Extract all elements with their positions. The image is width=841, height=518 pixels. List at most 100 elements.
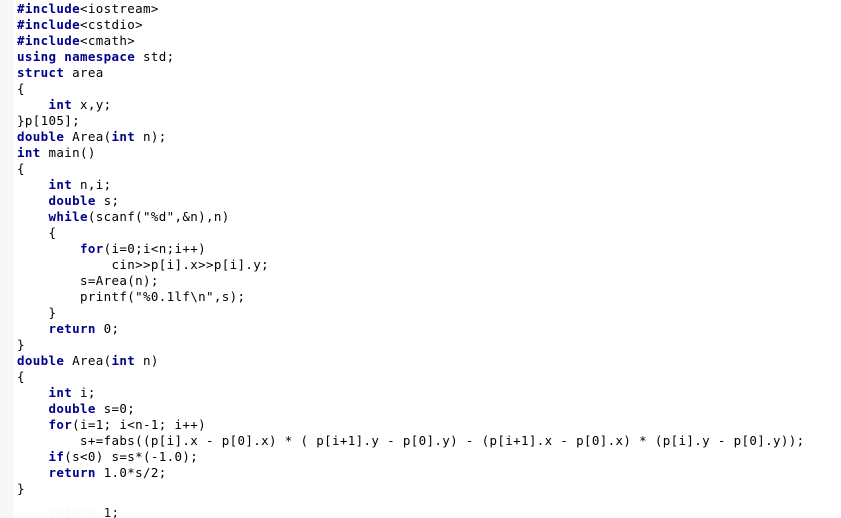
code-line[interactable]: } (0, 305, 841, 321)
code-line[interactable]: { (0, 81, 841, 97)
keyword-token: double (48, 193, 96, 208)
code-line[interactable]: s=Area(n); (0, 273, 841, 289)
code-line[interactable]: double Area(int n) (0, 353, 841, 369)
keyword-token: double (48, 401, 96, 416)
code-line[interactable]: }p[105]; (0, 113, 841, 129)
code-line[interactable]: double s=0; (0, 401, 841, 417)
code-token: area (64, 65, 104, 80)
code-line[interactable]: #include<iostream> (0, 1, 841, 17)
code-line[interactable]: #include<cmath> (0, 33, 841, 49)
code-token: (i=1; i<n-1; i++) (72, 417, 207, 432)
code-token: std; (135, 49, 175, 64)
code-token: } (17, 481, 25, 496)
code-token: s=Area(n); (17, 273, 159, 288)
code-token: <iostream> (80, 1, 159, 16)
code-token: s; (95, 193, 120, 208)
code-token: <cmath> (80, 33, 136, 48)
keyword-token: #include (17, 33, 81, 48)
code-line[interactable]: struct area (0, 65, 841, 81)
code-token: n,i; (72, 177, 112, 192)
code-line[interactable]: } (0, 337, 841, 353)
code-line[interactable]: for(i=0;i<n;i++) (0, 241, 841, 257)
code-line[interactable]: while(scanf("%d",&n),n) (0, 209, 841, 225)
code-token: 0; (95, 321, 120, 336)
code-line[interactable]: printf("%0.1lf\n",s); (0, 289, 841, 305)
keyword-token: return (48, 321, 96, 336)
keyword-token: while (48, 209, 88, 224)
keyword-token: struct (17, 65, 65, 80)
code-token: (scanf("%d",&n),n) (87, 209, 230, 224)
code-line[interactable]: return 1; (0, 505, 841, 518)
keyword-token: if (48, 449, 65, 464)
code-token: Area( (64, 353, 112, 368)
code-line[interactable]: double Area(int n); (0, 129, 841, 145)
code-token: cin>>p[i].x>>p[i].y; (17, 257, 270, 272)
code-token: } (17, 305, 57, 320)
code-token: { (17, 369, 25, 384)
code-line[interactable]: { (0, 161, 841, 177)
code-token: printf("%0.1lf\n",s); (17, 289, 246, 304)
code-token: 1; (95, 505, 120, 518)
code-token: }p[105]; (17, 113, 81, 128)
code-viewer[interactable]: #include<iostream> #include<cstdio> #inclu… (0, 0, 841, 518)
keyword-token: return (48, 465, 96, 480)
code-token: (s<0) s=s*(-1.0); (64, 449, 199, 464)
keyword-token: #include (17, 17, 81, 32)
keyword-token: int (48, 177, 73, 192)
code-line[interactable]: return 0; (0, 321, 841, 337)
code-line[interactable]: cin>>p[i].x>>p[i].y; (0, 257, 841, 273)
code-line[interactable]: { (0, 225, 841, 241)
code-token: s=0; (95, 401, 136, 416)
code-line[interactable]: using namespace std; (0, 49, 841, 65)
keyword-token: #include (17, 1, 81, 16)
code-line[interactable]: #include<cstdio> (0, 17, 841, 33)
code-line[interactable]: for(i=1; i<n-1; i++) (0, 417, 841, 433)
code-token: n); (135, 129, 167, 144)
code-line[interactable]: int main() (0, 145, 841, 161)
code-token: main() (40, 145, 96, 160)
code-token: 1.0*s/2; (95, 465, 167, 480)
keyword-token: double (17, 129, 65, 144)
code-line[interactable]: int i; (0, 385, 841, 401)
code-line[interactable]: int n,i; (0, 177, 841, 193)
keyword-token: using namespace (17, 49, 136, 64)
code-token: { (17, 225, 57, 240)
keyword-token: int (48, 385, 73, 400)
code-line[interactable]: double s; (0, 193, 841, 209)
keyword-token: int (111, 129, 136, 144)
code-token: s+=fabs((p[i].x - p[0].x) * ( p[i+1].y -… (17, 433, 805, 448)
code-token: } (17, 337, 25, 352)
code-line[interactable]: { (0, 369, 841, 385)
code-line[interactable]: } (0, 481, 841, 497)
code-token: (i=0;i<n;i++) (103, 241, 207, 256)
code-line[interactable]: int x,y; (0, 97, 841, 113)
code-token: Area( (64, 129, 112, 144)
keyword-token: for (80, 241, 104, 256)
code-line[interactable]: if(s<0) s=s*(-1.0); (0, 449, 841, 465)
code-token: i; (72, 385, 96, 400)
keyword-token: int (111, 353, 136, 368)
scrolled-partial-line: return 1; (0, 505, 841, 518)
code-token: n) (135, 353, 159, 368)
keyword-token: return (48, 505, 96, 518)
keyword-token: int (48, 97, 73, 112)
code-token: { (17, 81, 25, 96)
code-line[interactable]: return 1.0*s/2; (0, 465, 841, 481)
code-token: <cstdio> (80, 17, 144, 32)
code-token: { (17, 161, 25, 176)
keyword-token: for (48, 417, 73, 432)
code-listing[interactable]: #include<iostream> #include<cstdio> #inclu… (0, 0, 841, 497)
code-line[interactable]: s+=fabs((p[i].x - p[0].x) * ( p[i+1].y -… (0, 433, 841, 449)
keyword-token: double (17, 353, 65, 368)
